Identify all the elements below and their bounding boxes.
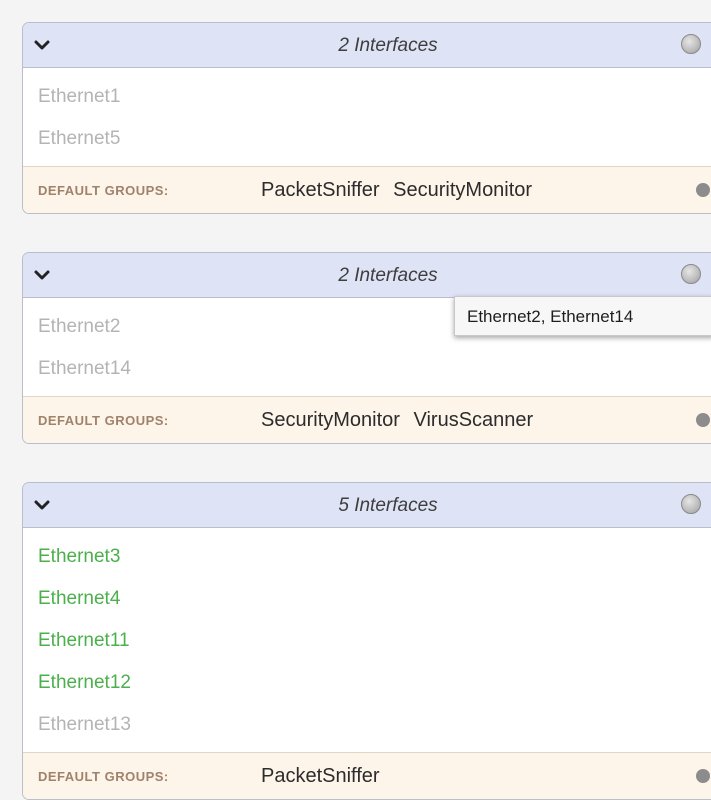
dot-icon[interactable] — [696, 413, 710, 427]
group-title: 2 Interfaces — [338, 265, 438, 286]
default-groups-label: DEFAULT GROUPS: — [38, 183, 169, 198]
interface-groups-panel: 2 Interfaces Ethernet1 Ethernet5 DEFAULT… — [0, 0, 711, 800]
group-header[interactable]: 5 Interfaces — [23, 483, 711, 528]
dot-icon[interactable] — [696, 769, 710, 783]
status-dot-icon[interactable] — [681, 34, 701, 54]
default-groups-label: DEFAULT GROUPS: — [38, 769, 169, 784]
default-groups-values: PacketSniffer — [261, 765, 388, 788]
interface-item[interactable]: Ethernet13 — [23, 704, 711, 746]
default-groups-label: DEFAULT GROUPS: — [38, 413, 169, 428]
interface-group: 5 Interfaces Ethernet3 Ethernet4 Etherne… — [22, 482, 711, 800]
interfaces-tooltip: Ethernet2, Ethernet14 — [454, 296, 711, 336]
status-dot-icon[interactable] — [681, 264, 701, 284]
interface-group: 2 Interfaces Ethernet2 Ethernet14 DEFAUL… — [22, 252, 711, 444]
group-title: 2 Interfaces — [338, 35, 438, 56]
default-group-tag[interactable]: PacketSniffer — [261, 179, 380, 201]
interface-item[interactable]: Ethernet11 — [23, 620, 711, 662]
default-group-tag[interactable]: SecurityMonitor — [393, 179, 532, 201]
group-header[interactable]: 2 Interfaces — [23, 253, 711, 298]
interface-item[interactable]: Ethernet14 — [23, 348, 711, 390]
interface-item[interactable]: Ethernet12 — [23, 662, 711, 704]
default-groups-values: SecurityMonitor VirusScanner — [261, 409, 541, 432]
default-group-tag[interactable]: SecurityMonitor — [261, 409, 400, 431]
interface-item[interactable]: Ethernet4 — [23, 578, 711, 620]
interface-list: Ethernet3 Ethernet4 Ethernet11 Ethernet1… — [23, 528, 711, 752]
interface-list: Ethernet1 Ethernet5 — [23, 68, 711, 166]
interface-item[interactable]: Ethernet3 — [23, 536, 711, 578]
dot-icon[interactable] — [696, 183, 710, 197]
interface-item[interactable]: Ethernet1 — [23, 76, 711, 118]
group-title: 5 Interfaces — [338, 495, 438, 516]
default-groups-bar: DEFAULT GROUPS: PacketSniffer SecurityMo… — [23, 166, 711, 213]
default-groups-bar: DEFAULT GROUPS: PacketSniffer — [23, 752, 711, 799]
group-header[interactable]: 2 Interfaces — [23, 23, 711, 68]
default-group-tag[interactable]: PacketSniffer — [261, 765, 380, 787]
interface-item[interactable]: Ethernet5 — [23, 118, 711, 160]
status-dot-icon[interactable] — [681, 494, 701, 514]
interface-group: 2 Interfaces Ethernet1 Ethernet5 DEFAULT… — [22, 22, 711, 214]
default-group-tag[interactable]: VirusScanner — [414, 409, 534, 431]
default-groups-bar: DEFAULT GROUPS: SecurityMonitor VirusSca… — [23, 396, 711, 443]
default-groups-values: PacketSniffer SecurityMonitor — [261, 179, 540, 202]
